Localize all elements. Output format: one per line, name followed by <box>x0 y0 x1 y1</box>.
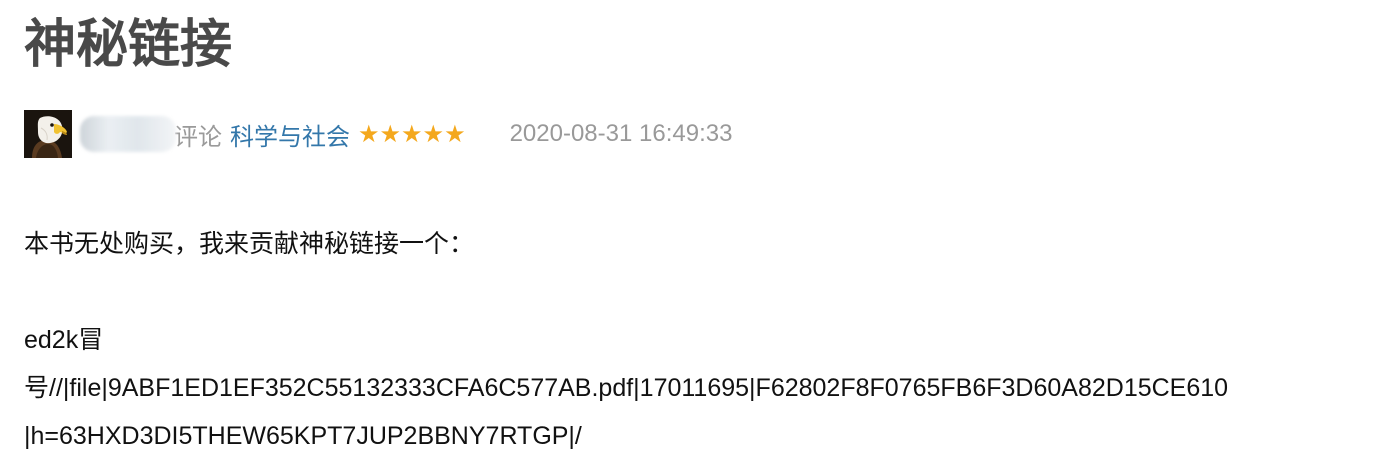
link-line-3: |h=63HXD3DI5THEW65KPT7JUP2BBNY7RTGP|/ <box>24 422 582 450</box>
eagle-avatar-icon <box>24 110 72 158</box>
username-blurred[interactable] <box>80 116 176 152</box>
review-label: 评论 <box>174 123 222 151</box>
review-timestamp: 2020-08-31 16:49:33 <box>509 120 733 147</box>
link-line-1: ed2k冒 <box>24 326 104 354</box>
review-title: 神秘链接 <box>24 15 233 75</box>
review-intro: 本书无处购买，我来贡献神秘链接一个： <box>24 230 475 258</box>
user-avatar[interactable] <box>24 110 72 158</box>
review-body: 本书无处购买，我来贡献神秘链接一个： ed2k冒 号//|file|9ABF1E… <box>24 220 1374 460</box>
book-title-link[interactable]: 科学与社会 <box>230 117 350 152</box>
link-line-2: 号//|file|9ABF1ED1EF352C55132333CFA6C577A… <box>24 374 1229 402</box>
rating-stars: ★★★★★ <box>358 120 466 148</box>
review-meta: 评论 科学与社会 ★★★★★ 2020-08-31 16:49:33 <box>24 110 732 158</box>
